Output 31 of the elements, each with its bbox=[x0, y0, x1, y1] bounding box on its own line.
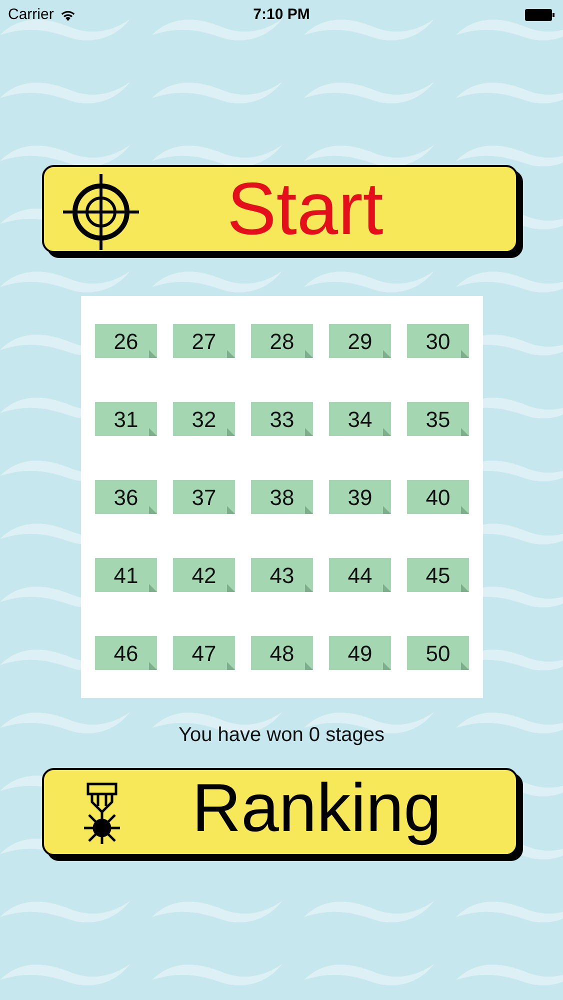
stage-tile[interactable]: 35 bbox=[407, 402, 469, 436]
stage-tile[interactable]: 47 bbox=[173, 636, 235, 670]
wifi-icon bbox=[60, 9, 76, 21]
stage-tile[interactable]: 49 bbox=[329, 636, 391, 670]
stage-tile[interactable]: 39 bbox=[329, 480, 391, 514]
stage-tile[interactable]: 26 bbox=[95, 324, 157, 358]
stage-tile[interactable]: 42 bbox=[173, 558, 235, 592]
stage-tile[interactable]: 48 bbox=[251, 636, 313, 670]
stage-tile[interactable]: 34 bbox=[329, 402, 391, 436]
stage-tile[interactable]: 33 bbox=[251, 402, 313, 436]
stage-tile[interactable]: 30 bbox=[407, 324, 469, 358]
crosshair-icon bbox=[62, 173, 140, 251]
stage-tile[interactable]: 41 bbox=[95, 558, 157, 592]
stage-tile[interactable]: 38 bbox=[251, 480, 313, 514]
stage-tile[interactable]: 28 bbox=[251, 324, 313, 358]
stage-tile[interactable]: 43 bbox=[251, 558, 313, 592]
battery-icon bbox=[524, 9, 555, 21]
stage-tile[interactable]: 31 bbox=[95, 402, 157, 436]
stage-tile[interactable]: 27 bbox=[173, 324, 235, 358]
stage-tile[interactable]: 32 bbox=[173, 402, 235, 436]
stage-tile[interactable]: 46 bbox=[95, 636, 157, 670]
stage-tile[interactable]: 50 bbox=[407, 636, 469, 670]
status-time: 7:10 PM bbox=[253, 4, 310, 25]
won-stages-text: You have won 0 stages bbox=[177, 723, 386, 748]
stage-tile[interactable]: 37 bbox=[173, 480, 235, 514]
stage-tile[interactable]: 29 bbox=[329, 324, 391, 358]
stage-tile[interactable]: 36 bbox=[95, 480, 157, 514]
carrier-name: Carrier bbox=[8, 4, 54, 25]
stage-tile[interactable]: 40 bbox=[407, 480, 469, 514]
stage-tile[interactable]: 44 bbox=[329, 558, 391, 592]
stage-tile[interactable]: 45 bbox=[407, 558, 469, 592]
